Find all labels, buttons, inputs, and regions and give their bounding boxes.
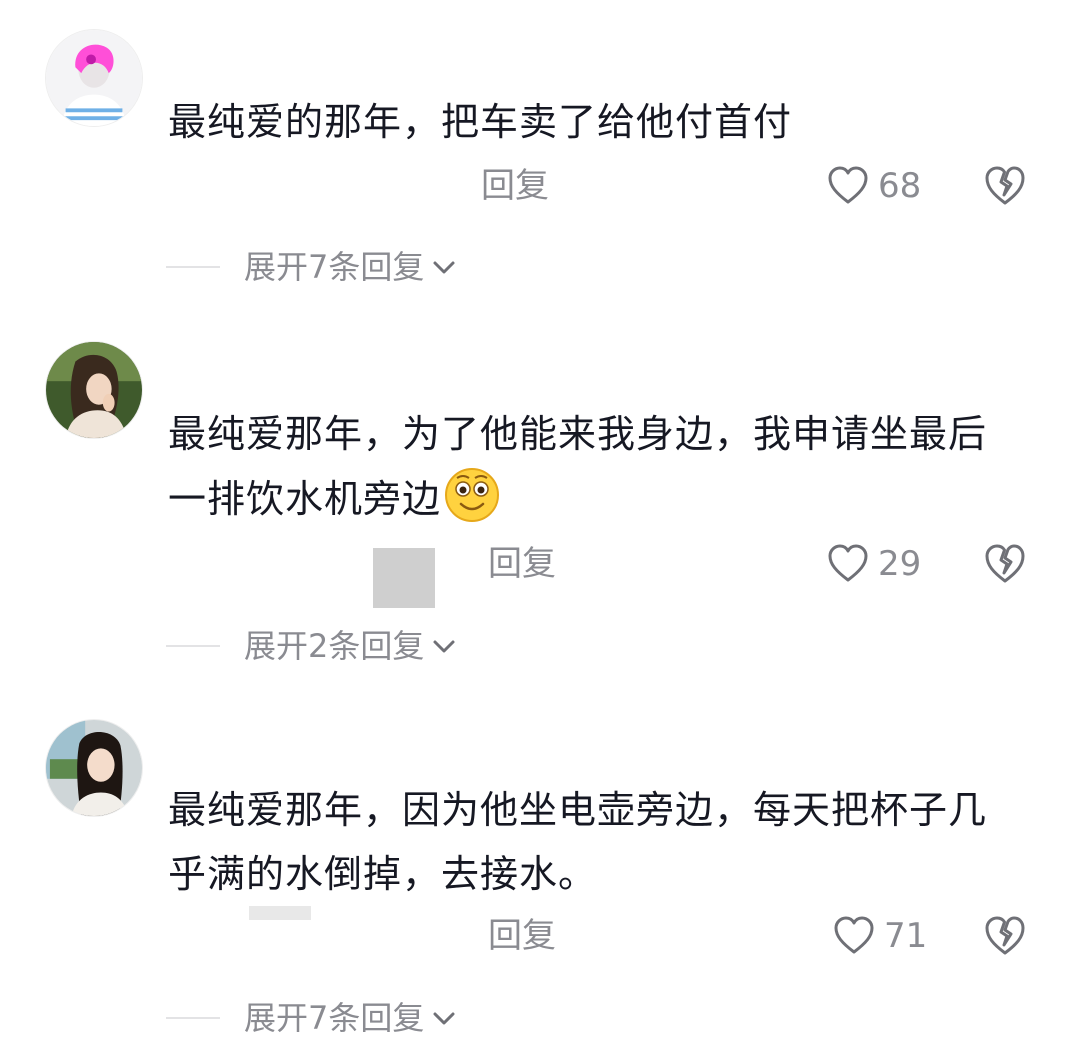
like-button[interactable]: 71	[832, 912, 927, 960]
comment-item: 最纯爱那年，因为他坐电壶旁边，每天把杯子几 乎满的水倒掉，去接水。 回复 71 …	[0, 0, 1080, 1044]
expand-replies-button[interactable]: 展开7条回复	[166, 996, 458, 1040]
dislike-button[interactable]	[982, 912, 1028, 958]
heart-icon	[834, 916, 874, 954]
redacted-area	[249, 906, 311, 920]
broken-heart-icon	[985, 916, 1025, 955]
reply-button[interactable]: 回复	[488, 916, 556, 956]
comment-text-line: 乎满的水倒掉，去接水。	[168, 852, 598, 896]
avatar-girl-car-photo-icon	[46, 720, 142, 816]
chevron-down-icon	[433, 1012, 455, 1025]
divider	[166, 1017, 220, 1019]
comment-text: 最纯爱那年，因为他坐电壶旁边，每天把杯子几 乎满的水倒掉，去接水。	[168, 778, 1028, 906]
expand-replies-label: 展开7条回复	[244, 999, 425, 1037]
like-count: 71	[884, 916, 928, 956]
avatar[interactable]	[45, 719, 143, 817]
comment-text-line: 最纯爱那年，因为他坐电壶旁边，每天把杯子几	[168, 788, 988, 832]
